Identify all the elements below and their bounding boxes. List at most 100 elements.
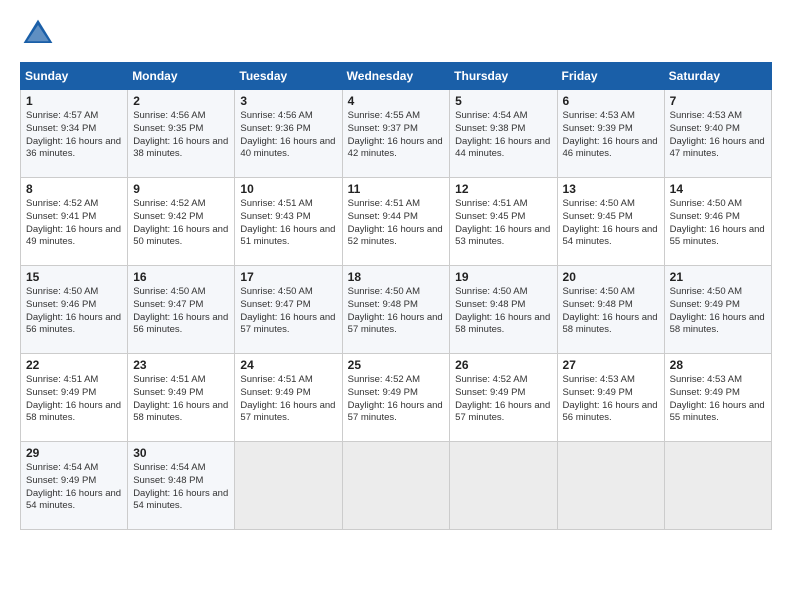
day-info: Sunrise: 4:51 AMSunset: 9:49 PMDaylight:… xyxy=(26,374,122,425)
calendar-header: SundayMondayTuesdayWednesdayThursdayFrid… xyxy=(21,63,772,90)
header xyxy=(20,16,772,52)
day-number: 3 xyxy=(240,94,336,108)
calendar-day: 12 Sunrise: 4:51 AMSunset: 9:45 PMDayligh… xyxy=(450,178,557,266)
day-info: Sunrise: 4:55 AMSunset: 9:37 PMDaylight:… xyxy=(348,110,445,161)
day-number: 18 xyxy=(348,270,445,284)
day-number: 30 xyxy=(133,446,229,460)
day-info: Sunrise: 4:53 AMSunset: 9:49 PMDaylight:… xyxy=(563,374,659,425)
day-info: Sunrise: 4:51 AMSunset: 9:45 PMDaylight:… xyxy=(455,198,551,249)
day-info: Sunrise: 4:57 AMSunset: 9:34 PMDaylight:… xyxy=(26,110,122,161)
day-number: 22 xyxy=(26,358,122,372)
day-info: Sunrise: 4:52 AMSunset: 9:41 PMDaylight:… xyxy=(26,198,122,249)
day-info: Sunrise: 4:50 AMSunset: 9:48 PMDaylight:… xyxy=(455,286,551,337)
day-info: Sunrise: 4:56 AMSunset: 9:35 PMDaylight:… xyxy=(133,110,229,161)
calendar-day xyxy=(557,442,664,530)
calendar-day: 11 Sunrise: 4:51 AMSunset: 9:44 PMDayligh… xyxy=(342,178,450,266)
calendar-day: 30Sunrise: 4:54 AMSunset: 9:48 PMDayligh… xyxy=(128,442,235,530)
day-number: 13 xyxy=(563,182,659,196)
calendar-day: 16 Sunrise: 4:50 AMSunset: 9:47 PMDayligh… xyxy=(128,266,235,354)
day-number: 28 xyxy=(670,358,766,372)
day-info: Sunrise: 4:52 AMSunset: 9:49 PMDaylight:… xyxy=(455,374,551,425)
day-number: 7 xyxy=(670,94,766,108)
calendar-day xyxy=(235,442,342,530)
day-number: 11 xyxy=(348,182,445,196)
calendar-day xyxy=(664,442,771,530)
day-info: Sunrise: 4:51 AMSunset: 9:43 PMDaylight:… xyxy=(240,198,336,249)
day-number: 24 xyxy=(240,358,336,372)
day-number: 2 xyxy=(133,94,229,108)
day-info: Sunrise: 4:53 AMSunset: 9:40 PMDaylight:… xyxy=(670,110,766,161)
calendar-day: 15Sunrise: 4:50 AMSunset: 9:46 PMDayligh… xyxy=(21,266,128,354)
day-info: Sunrise: 4:53 AMSunset: 9:39 PMDaylight:… xyxy=(563,110,659,161)
calendar-day: 17 Sunrise: 4:50 AMSunset: 9:47 PMDayligh… xyxy=(235,266,342,354)
logo-icon xyxy=(20,16,56,52)
day-info: Sunrise: 4:50 AMSunset: 9:47 PMDaylight:… xyxy=(240,286,336,337)
day-number: 4 xyxy=(348,94,445,108)
day-number: 9 xyxy=(133,182,229,196)
day-number: 20 xyxy=(563,270,659,284)
calendar-table: SundayMondayTuesdayWednesdayThursdayFrid… xyxy=(20,62,772,530)
calendar-body: 1 Sunrise: 4:57 AMSunset: 9:34 PMDaylight… xyxy=(21,90,772,530)
day-info: Sunrise: 4:51 AMSunset: 9:49 PMDaylight:… xyxy=(240,374,336,425)
calendar-day: 24 Sunrise: 4:51 AMSunset: 9:49 PMDayligh… xyxy=(235,354,342,442)
weekday-header-tuesday: Tuesday xyxy=(235,63,342,90)
calendar-day: 25 Sunrise: 4:52 AMSunset: 9:49 PMDayligh… xyxy=(342,354,450,442)
day-info: Sunrise: 4:50 AMSunset: 9:49 PMDaylight:… xyxy=(670,286,766,337)
day-info: Sunrise: 4:51 AMSunset: 9:44 PMDaylight:… xyxy=(348,198,445,249)
day-number: 15 xyxy=(26,270,122,284)
weekday-header-friday: Friday xyxy=(557,63,664,90)
calendar-day: 1 Sunrise: 4:57 AMSunset: 9:34 PMDaylight… xyxy=(21,90,128,178)
calendar-day xyxy=(450,442,557,530)
calendar-day: 5 Sunrise: 4:54 AMSunset: 9:38 PMDaylight… xyxy=(450,90,557,178)
calendar-day: 27 Sunrise: 4:53 AMSunset: 9:49 PMDayligh… xyxy=(557,354,664,442)
day-number: 23 xyxy=(133,358,229,372)
calendar-day: 14 Sunrise: 4:50 AMSunset: 9:46 PMDayligh… xyxy=(664,178,771,266)
day-number: 26 xyxy=(455,358,551,372)
weekday-row: SundayMondayTuesdayWednesdayThursdayFrid… xyxy=(21,63,772,90)
weekday-header-monday: Monday xyxy=(128,63,235,90)
day-number: 16 xyxy=(133,270,229,284)
day-number: 8 xyxy=(26,182,122,196)
day-number: 29 xyxy=(26,446,122,460)
day-info: Sunrise: 4:50 AMSunset: 9:48 PMDaylight:… xyxy=(348,286,445,337)
day-info: Sunrise: 4:50 AMSunset: 9:47 PMDaylight:… xyxy=(133,286,229,337)
day-number: 6 xyxy=(563,94,659,108)
day-number: 21 xyxy=(670,270,766,284)
day-number: 25 xyxy=(348,358,445,372)
day-info: Sunrise: 4:53 AMSunset: 9:49 PMDaylight:… xyxy=(670,374,766,425)
day-number: 5 xyxy=(455,94,551,108)
calendar-day: 3 Sunrise: 4:56 AMSunset: 9:36 PMDaylight… xyxy=(235,90,342,178)
calendar-day: 4 Sunrise: 4:55 AMSunset: 9:37 PMDaylight… xyxy=(342,90,450,178)
calendar-day: 9Sunrise: 4:52 AMSunset: 9:42 PMDaylight… xyxy=(128,178,235,266)
calendar-day: 23Sunrise: 4:51 AMSunset: 9:49 PMDayligh… xyxy=(128,354,235,442)
logo xyxy=(20,16,60,52)
calendar-week-2: 8 Sunrise: 4:52 AMSunset: 9:41 PMDaylight… xyxy=(21,178,772,266)
calendar-day: 19 Sunrise: 4:50 AMSunset: 9:48 PMDayligh… xyxy=(450,266,557,354)
calendar-day: 20 Sunrise: 4:50 AMSunset: 9:48 PMDayligh… xyxy=(557,266,664,354)
weekday-header-thursday: Thursday xyxy=(450,63,557,90)
calendar-day: 6 Sunrise: 4:53 AMSunset: 9:39 PMDaylight… xyxy=(557,90,664,178)
day-info: Sunrise: 4:54 AMSunset: 9:38 PMDaylight:… xyxy=(455,110,551,161)
calendar-week-1: 1 Sunrise: 4:57 AMSunset: 9:34 PMDaylight… xyxy=(21,90,772,178)
day-number: 14 xyxy=(670,182,766,196)
day-info: Sunrise: 4:50 AMSunset: 9:48 PMDaylight:… xyxy=(563,286,659,337)
day-number: 27 xyxy=(563,358,659,372)
day-info: Sunrise: 4:52 AMSunset: 9:49 PMDaylight:… xyxy=(348,374,445,425)
day-info: Sunrise: 4:56 AMSunset: 9:36 PMDaylight:… xyxy=(240,110,336,161)
calendar-day: 26 Sunrise: 4:52 AMSunset: 9:49 PMDayligh… xyxy=(450,354,557,442)
day-number: 17 xyxy=(240,270,336,284)
calendar-week-4: 22 Sunrise: 4:51 AMSunset: 9:49 PMDayligh… xyxy=(21,354,772,442)
calendar-day xyxy=(342,442,450,530)
day-number: 12 xyxy=(455,182,551,196)
calendar-day: 22 Sunrise: 4:51 AMSunset: 9:49 PMDayligh… xyxy=(21,354,128,442)
calendar-week-5: 29 Sunrise: 4:54 AMSunset: 9:49 PMDayligh… xyxy=(21,442,772,530)
calendar-day: 18 Sunrise: 4:50 AMSunset: 9:48 PMDayligh… xyxy=(342,266,450,354)
day-info: Sunrise: 4:50 AMSunset: 9:45 PMDaylight:… xyxy=(563,198,659,249)
calendar-day: 13 Sunrise: 4:50 AMSunset: 9:45 PMDayligh… xyxy=(557,178,664,266)
day-info: Sunrise: 4:54 AMSunset: 9:49 PMDaylight:… xyxy=(26,462,122,513)
day-number: 19 xyxy=(455,270,551,284)
day-info: Sunrise: 4:50 AMSunset: 9:46 PMDaylight:… xyxy=(670,198,766,249)
day-number: 10 xyxy=(240,182,336,196)
day-number: 1 xyxy=(26,94,122,108)
calendar-day: 7 Sunrise: 4:53 AMSunset: 9:40 PMDaylight… xyxy=(664,90,771,178)
